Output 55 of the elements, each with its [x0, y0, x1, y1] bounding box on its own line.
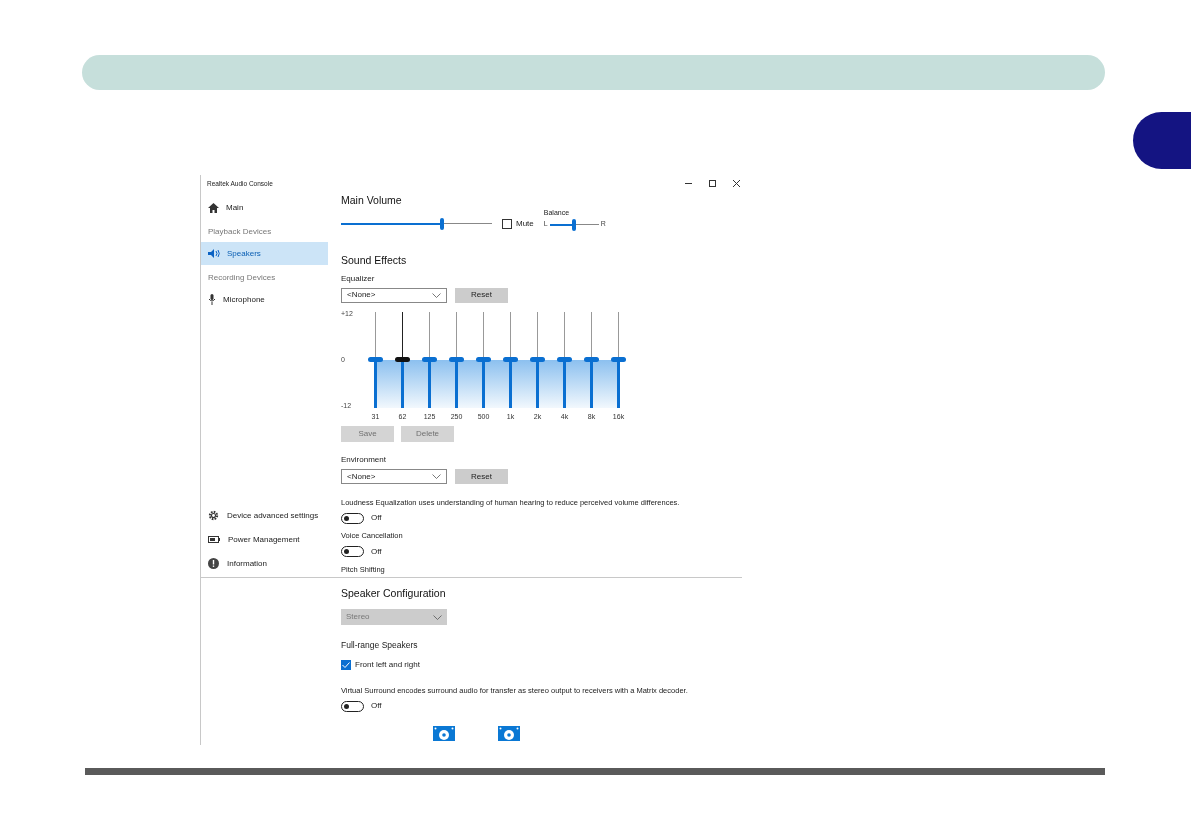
environment-label: Environment: [341, 454, 387, 466]
checkbox-label: Front left and right: [355, 658, 420, 671]
sidebar-item[interactable]: Information: [201, 555, 328, 572]
environment-dropdown[interactable]: <None>: [341, 469, 447, 484]
slider-thumb[interactable]: [611, 356, 626, 362]
speaker-device-icon: [433, 726, 455, 741]
speaker-device-icon: [498, 726, 520, 741]
sidebar-heading: Recording Devices: [208, 272, 276, 284]
slider-thumb[interactable]: [476, 356, 491, 362]
microphone-icon: [208, 294, 216, 305]
slider-thumb[interactable]: [449, 356, 464, 362]
toggle-switch[interactable]: [341, 700, 364, 712]
toggle-switch[interactable]: [341, 512, 364, 524]
toggle-state: Off: [371, 512, 382, 525]
home-icon: [208, 202, 219, 213]
maximize-icon[interactable]: [709, 180, 716, 187]
slider-thumb[interactable]: [422, 356, 437, 362]
battery-icon: [208, 536, 220, 543]
slider-thumb[interactable]: [530, 356, 545, 362]
section-title: Speaker Configuration: [341, 587, 447, 599]
toggle-state: Off: [371, 700, 382, 712]
section-title: Main Volume: [341, 194, 403, 206]
slider-thumb[interactable]: [503, 356, 518, 362]
volume-slider[interactable]: [341, 217, 492, 230]
section-title: Sound Effects: [341, 253, 408, 266]
equalizer-label: Equalizer: [341, 272, 376, 285]
slider-thumb[interactable]: [368, 356, 383, 362]
slider-thumb[interactable]: [440, 217, 445, 230]
mute-label: Mute: [516, 217, 534, 230]
close-icon[interactable]: [733, 180, 740, 187]
toggle-state: Off: [371, 545, 382, 558]
checkbox[interactable]: [341, 659, 351, 670]
chevron-down-icon: [432, 292, 441, 298]
sidebar-heading: Playback Devices: [208, 226, 272, 238]
reset-button[interactable]: Reset: [455, 287, 508, 303]
mute-checkbox[interactable]: [502, 218, 512, 229]
sidebar-item[interactable]: Device advanced settings: [201, 507, 328, 524]
info-icon: [208, 558, 219, 569]
slider-thumb[interactable]: [572, 218, 577, 231]
reset-button[interactable]: Reset: [455, 469, 508, 484]
sidebar-item[interactable]: Power Management: [201, 531, 328, 548]
slider-thumb[interactable]: [395, 356, 410, 362]
section-label: Full-range Speakers: [341, 639, 419, 652]
chevron-down-icon: [432, 474, 441, 479]
chevron-down-icon: [433, 614, 442, 620]
settings-icon: [208, 510, 219, 521]
sidebar-item[interactable]: Speakers: [201, 242, 328, 265]
slider-thumb[interactable]: [557, 356, 572, 362]
speaker-icon: [208, 249, 220, 258]
sidebar-item[interactable]: Microphone: [201, 288, 328, 311]
slider-thumb[interactable]: [584, 356, 599, 362]
equalizer-dropdown[interactable]: <None>: [341, 287, 447, 303]
sidebar-item[interactable]: Main: [201, 196, 328, 219]
balance-slider[interactable]: [549, 218, 599, 231]
toggle-switch[interactable]: [341, 546, 364, 557]
